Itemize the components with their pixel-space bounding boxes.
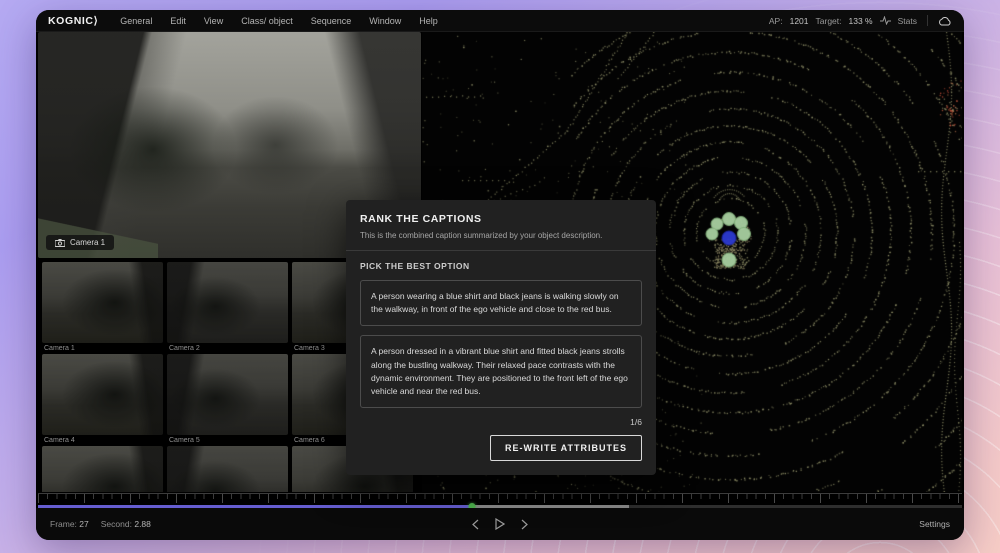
- menu-sequence[interactable]: Sequence: [311, 16, 352, 26]
- camera-thumb-label-4: Camera 4: [42, 435, 163, 446]
- frame-label: Frame:: [50, 519, 77, 529]
- timeline-ruler[interactable]: [38, 493, 962, 505]
- previous-frame-button[interactable]: [472, 519, 479, 530]
- settings-button[interactable]: Settings: [919, 519, 950, 529]
- camera-thumb-4[interactable]: [42, 354, 163, 435]
- ap-value: 1201: [790, 16, 809, 26]
- pagination-counter: 1/6: [360, 417, 642, 427]
- modal-actions: RE-WRITE ATTRIBUTES: [360, 435, 642, 461]
- camera-thumb-8[interactable]: [167, 446, 288, 492]
- menu-divider: [927, 15, 928, 26]
- camera-icon: [55, 239, 65, 247]
- menu-help[interactable]: Help: [419, 16, 438, 26]
- kognic-logo: KOGNIC⟩: [48, 15, 98, 27]
- cloud-icon[interactable]: [938, 16, 952, 26]
- ap-label: AP:: [769, 16, 783, 26]
- stats-button[interactable]: Stats: [898, 16, 917, 26]
- bottom-bar: Frame: 27 Second: 2.88 Settings: [36, 508, 964, 540]
- playback-controls: [472, 518, 528, 530]
- menu-right-status: AP: 1201 Target: 133 % Stats: [769, 15, 952, 26]
- frame-info: Frame: 27 Second: 2.88: [50, 519, 151, 529]
- target-label: Target:: [816, 16, 842, 26]
- chevron-left-icon: [472, 519, 479, 530]
- target-value: 133 %: [849, 16, 873, 26]
- app-window: KOGNIC⟩ General Edit View Class/ object …: [36, 10, 964, 540]
- modal-title: RANK THE CAPTIONS: [360, 213, 642, 225]
- rewrite-attributes-button[interactable]: RE-WRITE ATTRIBUTES: [490, 435, 642, 461]
- menu-edit[interactable]: Edit: [170, 16, 186, 26]
- camera-thumb-1[interactable]: [42, 262, 163, 343]
- camera-thumb-label-1: Camera 1: [42, 343, 163, 354]
- caption-option-2[interactable]: A person dressed in a vibrant blue shirt…: [360, 335, 642, 408]
- menu-window[interactable]: Window: [369, 16, 401, 26]
- pulse-icon: [880, 16, 891, 25]
- second-label: Second:: [101, 519, 132, 529]
- camera-thumb-7[interactable]: [42, 446, 163, 492]
- camera-thumb-label-5: Camera 5: [167, 435, 288, 446]
- menu-bar: KOGNIC⟩ General Edit View Class/ object …: [36, 10, 964, 32]
- chevron-right-icon: [521, 519, 528, 530]
- menu-general[interactable]: General: [120, 16, 152, 26]
- caption-option-1[interactable]: A person wearing a blue shirt and black …: [360, 280, 642, 326]
- camera-thumb-5[interactable]: [167, 354, 288, 435]
- main-content: Camera 1 Camera 1 Camera 2 Camera 3 Came…: [36, 32, 964, 493]
- menu-view[interactable]: View: [204, 16, 223, 26]
- menu-class-object[interactable]: Class/ object: [241, 16, 293, 26]
- menu-items: General Edit View Class/ object Sequence…: [120, 16, 438, 26]
- second-value: 2.88: [134, 519, 151, 529]
- rank-captions-modal: RANK THE CAPTIONS This is the combined c…: [346, 200, 656, 475]
- frame-value: 27: [79, 519, 88, 529]
- play-button[interactable]: [495, 518, 505, 530]
- camera-main-badge: Camera 1: [46, 235, 114, 250]
- camera-main-label: Camera 1: [70, 238, 105, 247]
- modal-section-label: PICK THE BEST OPTION: [360, 261, 642, 271]
- camera-thumb-label-2: Camera 2: [167, 343, 288, 354]
- camera-thumb-2[interactable]: [167, 262, 288, 343]
- modal-subtitle: This is the combined caption summarized …: [360, 231, 642, 240]
- modal-divider: [346, 250, 656, 251]
- play-icon: [495, 518, 505, 530]
- next-frame-button[interactable]: [521, 519, 528, 530]
